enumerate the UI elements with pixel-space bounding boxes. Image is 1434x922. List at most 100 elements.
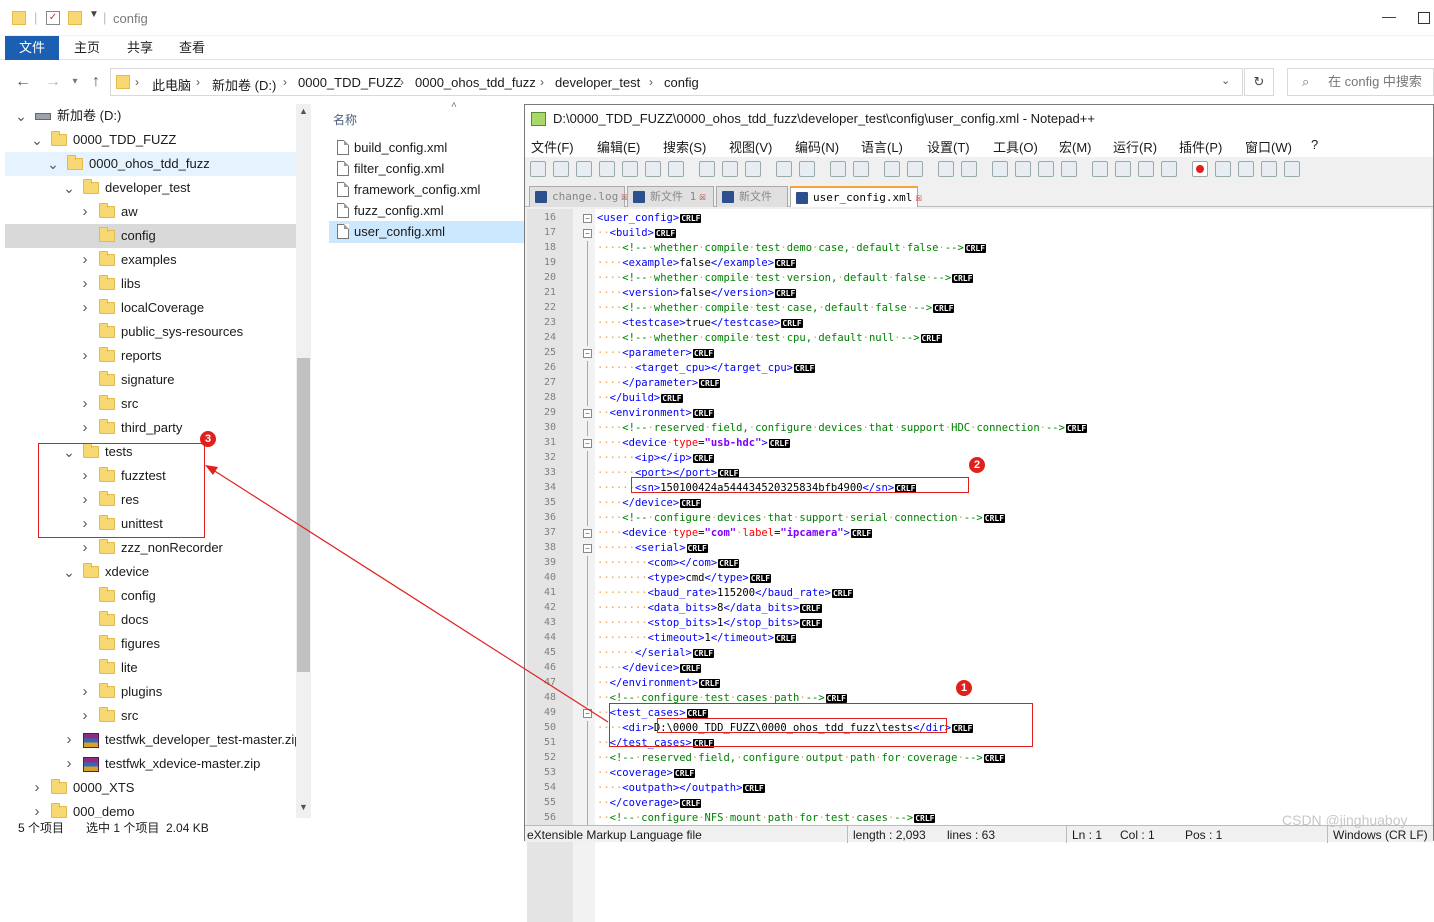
cut-icon[interactable]: [699, 161, 715, 177]
search-input[interactable]: ⌕ 在 config 中搜索: [1287, 68, 1434, 96]
chevron-right-icon[interactable]: ›: [79, 464, 91, 488]
chevron-right-icon[interactable]: ›: [79, 512, 91, 536]
paste-icon[interactable]: [745, 161, 761, 177]
tree-item[interactable]: lite: [5, 656, 296, 680]
play-macro-icon[interactable]: [1238, 161, 1254, 177]
tree-item[interactable]: › testfwk_developer_test-master.zip: [5, 728, 296, 752]
close-icon[interactable]: [622, 161, 638, 177]
function-list-icon[interactable]: [1115, 161, 1131, 177]
chevron-down-icon[interactable]: ⌄: [1221, 74, 1230, 87]
tree-item[interactable]: signature: [5, 368, 296, 392]
tree-item[interactable]: config: [5, 584, 296, 608]
scroll-up-icon[interactable]: ▲: [299, 106, 308, 116]
menu-item[interactable]: 设置(T): [927, 137, 970, 156]
tree-item[interactable]: › examples: [5, 248, 296, 272]
breadcrumb-developer-test[interactable]: developer_test: [555, 75, 640, 90]
tree-item[interactable]: › src: [5, 392, 296, 416]
close-tab-icon[interactable]: ☒: [699, 190, 706, 203]
tree-item[interactable]: › reports: [5, 344, 296, 368]
fold-toggle-icon[interactable]: −: [583, 229, 592, 238]
stop-macro-icon[interactable]: [1215, 161, 1231, 177]
run-macro-icon[interactable]: [1261, 161, 1277, 177]
chevron-right-icon[interactable]: ›: [540, 75, 544, 89]
tab-view[interactable]: 查看: [165, 36, 219, 60]
address-path[interactable]: › 此电脑 › 新加卷 (D:) › 0000_TDD_FUZZ › 0000_…: [110, 68, 1243, 96]
word-wrap-icon[interactable]: [992, 161, 1008, 177]
tree-item[interactable]: ⌄ tests: [5, 440, 296, 464]
properties-icon[interactable]: ✓: [46, 11, 60, 25]
fold-toggle-icon[interactable]: −: [583, 529, 592, 538]
fold-toggle-icon[interactable]: −: [583, 349, 592, 358]
minimize-icon[interactable]: —: [1377, 8, 1401, 28]
editor-tab[interactable]: change.log ☒: [529, 186, 628, 207]
chevron-right-icon[interactable]: ›: [79, 416, 91, 440]
tab-share[interactable]: 共享: [113, 36, 167, 60]
breadcrumb-drive[interactable]: 新加卷 (D:): [212, 75, 276, 94]
tree-item[interactable]: › aw: [5, 200, 296, 224]
tree-item[interactable]: ⌄ 0000_ohos_tdd_fuzz: [5, 152, 296, 176]
chevron-right-icon[interactable]: ›: [196, 75, 200, 89]
chevron-down-icon[interactable]: ⌄: [15, 104, 27, 128]
chevron-down-icon[interactable]: ⌄: [31, 128, 43, 152]
menu-item[interactable]: 编辑(E): [597, 137, 640, 156]
chevron-down-icon[interactable]: ⌄: [63, 560, 75, 584]
record-macro-icon[interactable]: [1192, 161, 1208, 177]
fold-toggle-icon[interactable]: −: [583, 439, 592, 448]
tab-file[interactable]: 文件: [5, 36, 59, 60]
chevron-right-icon[interactable]: ›: [400, 75, 404, 89]
tree-item[interactable]: › 0000_XTS: [5, 776, 296, 800]
save-icon[interactable]: [576, 161, 592, 177]
menu-item[interactable]: 窗口(W): [1245, 137, 1292, 156]
monitor-icon[interactable]: [1161, 161, 1177, 177]
fold-toggle-icon[interactable]: −: [583, 544, 592, 553]
tree-item[interactable]: ⌄ developer_test: [5, 176, 296, 200]
tree-item[interactable]: ⌄ 新加卷 (D:): [5, 104, 296, 128]
editor-tab[interactable]: user_config.xml ☒: [790, 186, 922, 207]
chevron-right-icon[interactable]: ›: [79, 680, 91, 704]
zoom-in-icon[interactable]: [884, 161, 900, 177]
menu-item[interactable]: ?: [1311, 137, 1318, 152]
chevron-right-icon[interactable]: ›: [79, 200, 91, 224]
chevron-right-icon[interactable]: ›: [79, 704, 91, 728]
recent-locations-icon[interactable]: ▾: [66, 73, 84, 91]
tree-item[interactable]: config: [5, 224, 296, 248]
sync-vertical-icon[interactable]: [938, 161, 954, 177]
chevron-down-icon[interactable]: ⌄: [63, 176, 75, 200]
chevron-right-icon[interactable]: ›: [649, 75, 653, 89]
tree-item[interactable]: › libs: [5, 272, 296, 296]
chevron-right-icon[interactable]: ›: [79, 248, 91, 272]
show-all-chars-icon[interactable]: [1015, 161, 1031, 177]
breadcrumb-this-pc[interactable]: 此电脑: [152, 75, 191, 94]
menu-item[interactable]: 插件(P): [1179, 137, 1222, 156]
breadcrumb-tdd-fuzz[interactable]: 0000_TDD_FUZZ: [298, 75, 401, 90]
find-icon[interactable]: [830, 161, 846, 177]
tree-item[interactable]: › plugins: [5, 680, 296, 704]
chevron-right-icon[interactable]: ›: [63, 752, 75, 776]
menu-item[interactable]: 运行(R): [1113, 137, 1157, 156]
redo-icon[interactable]: [799, 161, 815, 177]
fold-toggle-icon[interactable]: −: [583, 409, 592, 418]
up-arrow-icon[interactable]: ↑: [87, 73, 105, 91]
tree-item[interactable]: › fuzztest: [5, 464, 296, 488]
chevron-down-icon[interactable]: ⌄: [63, 440, 75, 464]
close-tab-icon[interactable]: ☒: [915, 191, 922, 204]
tree-item[interactable]: figures: [5, 632, 296, 656]
chevron-right-icon[interactable]: ›: [63, 728, 75, 752]
tree-item[interactable]: docs: [5, 608, 296, 632]
back-arrow-icon[interactable]: ←: [14, 73, 32, 91]
menu-item[interactable]: 语言(L): [861, 137, 903, 156]
sync-horizontal-icon[interactable]: [961, 161, 977, 177]
copy-icon[interactable]: [722, 161, 738, 177]
menu-item[interactable]: 视图(V): [729, 137, 772, 156]
chevron-right-icon[interactable]: ›: [31, 800, 43, 818]
chevron-right-icon[interactable]: ›: [79, 296, 91, 320]
file-item[interactable]: user_config.xml: [329, 221, 525, 243]
maximize-icon[interactable]: [1418, 12, 1430, 24]
column-header-name[interactable]: 名称: [333, 111, 357, 128]
language-icon[interactable]: [1061, 161, 1077, 177]
tree-item[interactable]: › res: [5, 488, 296, 512]
breadcrumb-config[interactable]: config: [664, 75, 699, 90]
scroll-down-icon[interactable]: ▼: [299, 802, 308, 812]
editor-tab[interactable]: 新文件 1 ☒: [627, 186, 714, 207]
chevron-right-icon[interactable]: ›: [79, 488, 91, 512]
